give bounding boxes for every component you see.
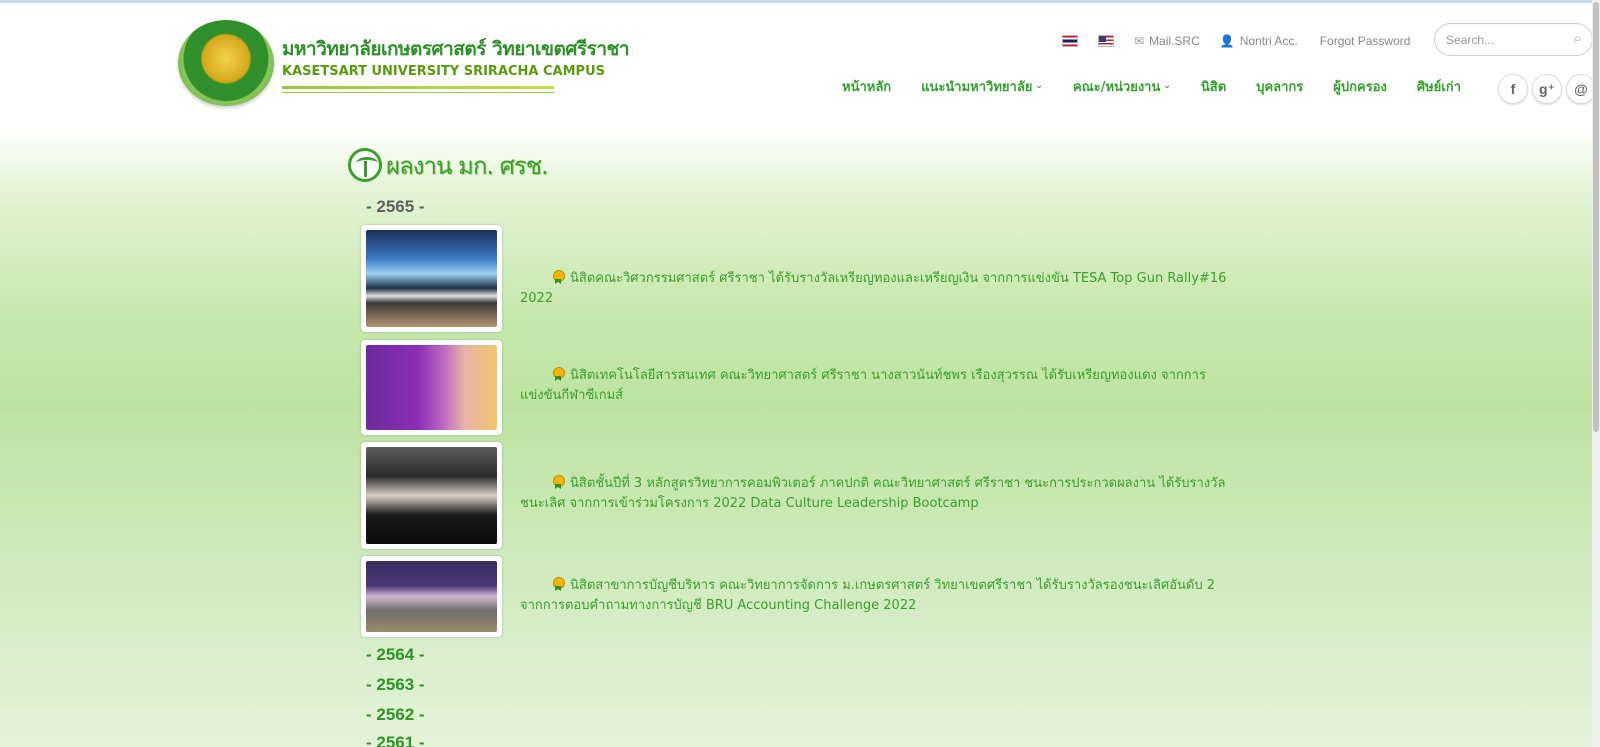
- facebook-icon[interactable]: f: [1498, 74, 1528, 104]
- logo-underline-thin: [282, 92, 554, 93]
- medal-icon: [552, 577, 565, 591]
- award-photo-4: [366, 561, 497, 632]
- chevron-down-icon: ⌄: [1035, 81, 1043, 91]
- chevron-down-icon: ⌄: [1163, 81, 1171, 91]
- nav-staff[interactable]: บุคลากร: [1256, 76, 1303, 97]
- page-title-block: ผลงาน มก. ศรช.: [348, 146, 549, 184]
- google-plus-icon[interactable]: g⁺: [1532, 74, 1562, 104]
- nontri-label: Nontri Acc.: [1239, 34, 1298, 48]
- nav-parents[interactable]: ผู้ปกครอง: [1333, 76, 1387, 97]
- award-thumbnail-1[interactable]: [361, 225, 502, 332]
- award-text-1: นิสิตคณะวิศวกรรมศาสตร์ ศรีราชา ได้รับราง…: [520, 271, 1227, 306]
- university-logo[interactable]: มหาวิทยาลัยเกษตรศาสตร์ วิทยาเขตศรีราชา K…: [178, 20, 630, 112]
- nav-students[interactable]: นิสิต: [1201, 76, 1226, 97]
- award-thumbnail-4[interactable]: [361, 556, 502, 637]
- nav-faculties-label: คณะ/หน่วยงาน: [1072, 79, 1161, 95]
- thai-flag-icon[interactable]: [1062, 35, 1078, 47]
- nontri-link[interactable]: 👤 Nontri Acc.: [1220, 34, 1298, 48]
- forgot-password-link[interactable]: Forgot Password: [1320, 34, 1411, 48]
- logo-thai-name: มหาวิทยาลัยเกษตรศาสตร์ วิทยาเขตศรีราชา: [282, 38, 630, 60]
- sprout-icon: [348, 148, 382, 182]
- award-thumbnail-3[interactable]: [361, 442, 502, 549]
- utility-bar: ✉ Mail.SRC 👤 Nontri Acc. Forgot Password: [1062, 33, 1410, 49]
- us-flag-icon[interactable]: [1098, 35, 1114, 47]
- medal-icon: [552, 270, 565, 284]
- search-icon[interactable]: ⌕: [1574, 30, 1582, 47]
- award-item-2[interactable]: นิสิตเทคโนโลยีสารสนเทศ คณะวิทยาศาสตร์ ศร…: [520, 366, 1240, 406]
- award-item-3[interactable]: นิสิตชั้นปีที่ 3 หลักสูตรวิทยาการคอมพิวเ…: [520, 474, 1240, 514]
- award-thumbnail-2[interactable]: [361, 340, 502, 435]
- search-input[interactable]: [1446, 31, 1566, 49]
- award-text-4: นิสิตสาขาการบัญชีบริหาร คณะวิทยาการจัดกา…: [520, 578, 1216, 613]
- nav-home[interactable]: หน้าหลัก: [842, 76, 891, 97]
- nav-about[interactable]: แนะนำมหาวิทยาลัย ⌄: [921, 76, 1043, 97]
- social-links: f g⁺ @: [1498, 74, 1600, 104]
- nav-alumni[interactable]: ศิษย์เก่า: [1417, 76, 1461, 97]
- nav-faculties[interactable]: คณะ/หน่วยงาน ⌄: [1073, 76, 1171, 97]
- nav-about-label: แนะนำมหาวิทยาลัย: [921, 79, 1033, 95]
- nav-students-label: นิสิต: [1200, 79, 1227, 95]
- award-photo-2: [366, 345, 497, 430]
- year-link-2564[interactable]: - 2564 -: [366, 645, 425, 665]
- page-title: ผลงาน มก. ศรช.: [386, 151, 549, 180]
- search-box: ⌕: [1434, 23, 1593, 56]
- award-item-1[interactable]: นิสิตคณะวิศวกรรมศาสตร์ ศรีราชา ได้รับราง…: [520, 269, 1240, 309]
- year-heading-current: - 2565 -: [366, 197, 425, 216]
- user-icon: 👤: [1219, 34, 1235, 48]
- medal-icon: [552, 475, 565, 489]
- mail-label: Mail.SRC: [1149, 34, 1200, 48]
- award-text-2: นิสิตเทคโนโลยีสารสนเทศ คณะวิทยาศาสตร์ ศร…: [520, 368, 1206, 403]
- medal-icon: [552, 367, 565, 381]
- award-photo-3: [366, 447, 497, 544]
- university-seal-icon: [178, 20, 274, 106]
- envelope-icon: ✉: [1134, 34, 1145, 48]
- year-link-2561[interactable]: - 2561 -: [366, 733, 425, 747]
- forgot-password-label: Forgot Password: [1319, 34, 1411, 48]
- nav-alumni-label: ศิษย์เก่า: [1416, 79, 1461, 95]
- award-photo-1: [366, 230, 497, 327]
- nav-parents-label: ผู้ปกครอง: [1333, 79, 1387, 95]
- logo-english-name: KASETSART UNIVERSITY SRIRACHA CAMPUS: [282, 64, 605, 79]
- main-nav: หน้าหลัก แนะนำมหาวิทยาลัย ⌄ คณะ/หน่วยงาน ⌄…: [842, 76, 1461, 96]
- year-link-2563[interactable]: - 2563 -: [366, 675, 425, 695]
- award-item-4[interactable]: นิสิตสาขาการบัญชีบริหาร คณะวิทยาการจัดกา…: [520, 576, 1240, 616]
- year-link-2562[interactable]: - 2562 -: [366, 705, 425, 725]
- logo-underline: [282, 86, 554, 89]
- nav-home-label: หน้าหลัก: [842, 79, 892, 95]
- mail-link[interactable]: ✉ Mail.SRC: [1134, 34, 1200, 48]
- content-background: [0, 128, 1600, 747]
- nav-staff-label: บุคลากร: [1256, 79, 1304, 95]
- award-text-3: นิสิตชั้นปีที่ 3 หลักสูตรวิทยาการคอมพิวเ…: [520, 476, 1226, 511]
- scrollbar-thumb[interactable]: [1593, 2, 1599, 432]
